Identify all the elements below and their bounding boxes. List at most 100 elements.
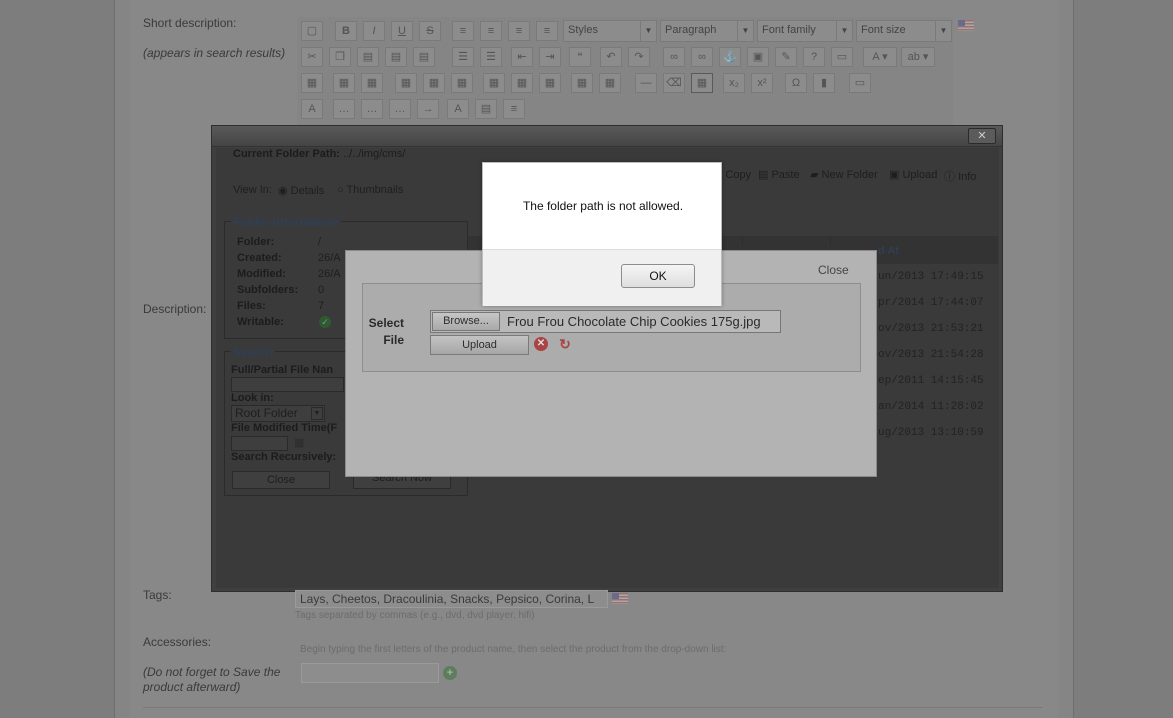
del-icon[interactable]: → [417, 99, 439, 119]
split-cells-icon[interactable]: ▦ [571, 73, 593, 93]
alert-message: The folder path is not allowed. [522, 199, 684, 213]
upload-action[interactable]: ▣ Upload [889, 168, 937, 181]
paste-action[interactable]: ▤ Paste [758, 168, 800, 181]
flag-us-icon[interactable] [958, 20, 974, 31]
col-before-icon[interactable]: ▦ [483, 73, 505, 93]
calendar-icon[interactable]: ▦ [294, 436, 304, 449]
new-folder-action[interactable]: ▰ New Folder [810, 168, 878, 181]
ok-button[interactable]: OK [621, 264, 695, 288]
numbered-list-icon[interactable]: ☰ [480, 47, 502, 67]
styles-select[interactable]: Styles ▼ [563, 20, 657, 42]
short-description-label: Short description: [143, 16, 237, 30]
column-divider [830, 236, 831, 246]
info-action-label: Info [958, 171, 977, 183]
horizontal-rule-icon[interactable]: — [635, 73, 657, 93]
look-in-select[interactable]: Root Folder ▼ [231, 405, 325, 422]
cut-icon[interactable]: ✂ [301, 47, 323, 67]
paste-text-icon[interactable]: ▤ [385, 47, 407, 67]
cite-icon[interactable]: … [333, 99, 355, 119]
cell-props-icon[interactable]: ▦ [361, 73, 383, 93]
text-color-icon[interactable]: A ▾ [863, 47, 897, 67]
created-label: Created: [237, 252, 282, 264]
media-icon[interactable]: ▮ [813, 73, 835, 93]
info-action[interactable]: ⓘ Info [944, 168, 976, 184]
row-props-icon[interactable]: ▦ [333, 73, 355, 93]
subscript-icon[interactable]: x₂ [723, 73, 745, 93]
upload-icon: ▣ [889, 169, 900, 181]
image-icon[interactable]: ▣ [747, 47, 769, 67]
browse-button[interactable]: Browse... [432, 312, 500, 331]
paste-icon[interactable]: ▤ [357, 47, 379, 67]
indent-icon[interactable]: ⇥ [539, 47, 561, 67]
nonbreaking-icon[interactable]: ≡ [503, 99, 525, 119]
align-left-icon[interactable]: ≡ [452, 21, 474, 41]
align-center-icon[interactable]: ≡ [480, 21, 502, 41]
page-backdrop: Short description: (appears in search re… [0, 0, 1173, 718]
table-row-date: ep/2011 14:15:45 [878, 375, 984, 387]
file-name-input[interactable] [231, 377, 344, 392]
paragraph-select[interactable]: Paragraph ▼ [660, 20, 754, 42]
modified-time-input[interactable] [231, 436, 288, 451]
view-in-label: View In: [233, 184, 272, 196]
font-size-select[interactable]: Font size ▼ [856, 20, 952, 42]
accessories-input[interactable] [301, 663, 439, 683]
merge-cells-icon[interactable]: ▦ [599, 73, 621, 93]
font-family-select[interactable]: Font family ▼ [757, 20, 853, 42]
styleprops-icon[interactable]: A [301, 99, 323, 119]
redo-icon[interactable]: ↷ [628, 47, 650, 67]
outdent-icon[interactable]: ⇤ [511, 47, 533, 67]
search-close-button[interactable]: Close [232, 471, 330, 489]
search-recursively-label: Search Recursively: [231, 451, 337, 463]
tags-input[interactable]: Lays, Cheetos, Dracoulinia, Snacks, Peps… [295, 590, 608, 608]
accessories-instruction: Begin typing the first letters of the pr… [300, 644, 727, 655]
anchor-icon[interactable]: ⚓ [719, 47, 741, 67]
row-before-icon[interactable]: ▦ [395, 73, 417, 93]
bold-icon[interactable]: B [335, 21, 357, 41]
upload-close-link[interactable]: Close [818, 263, 849, 277]
cleanup-icon[interactable]: ✎ [775, 47, 797, 67]
attribs-icon[interactable]: ▤ [475, 99, 497, 119]
check-icon: ✓ [319, 316, 331, 328]
file-input[interactable]: Browse... Frou Frou Chocolate Chip Cooki… [430, 310, 781, 333]
superscript-icon[interactable]: x² [751, 73, 773, 93]
strikethrough-icon[interactable]: S [419, 21, 441, 41]
row-after-icon[interactable]: ▦ [423, 73, 445, 93]
acronym-icon[interactable]: … [389, 99, 411, 119]
background-color-icon[interactable]: ab ▾ [901, 47, 935, 67]
paste-word-icon[interactable]: ▤ [413, 47, 435, 67]
table-icon[interactable]: ▦ [301, 73, 323, 93]
remove-format-icon[interactable]: ⌫ [663, 73, 685, 93]
italic-icon[interactable]: I [363, 21, 385, 41]
new-document-icon[interactable]: ▢ [301, 21, 323, 41]
view-thumbnails-radio[interactable]: ○ Thumbnails [337, 184, 403, 196]
cancel-icon[interactable]: ✕ [534, 337, 548, 351]
look-in-value: Root Folder [235, 406, 298, 420]
copy-icon[interactable]: ❐ [329, 47, 351, 67]
flag-us-icon[interactable] [612, 593, 628, 604]
view-details-radio[interactable]: ◉ Details [278, 184, 324, 197]
help-icon[interactable]: ? [803, 47, 825, 67]
refresh-icon[interactable]: ↻ [557, 336, 573, 352]
abbr-icon[interactable]: … [361, 99, 383, 119]
undo-icon[interactable]: ↶ [600, 47, 622, 67]
close-icon[interactable]: ✕ [968, 128, 996, 144]
col-after-icon[interactable]: ▦ [511, 73, 533, 93]
bullet-list-icon[interactable]: ☰ [452, 47, 474, 67]
special-char-icon[interactable]: Ω [785, 73, 807, 93]
modified-at-header[interactable]: d At [878, 245, 899, 257]
align-right-icon[interactable]: ≡ [508, 21, 530, 41]
files-value: 7 [318, 300, 325, 312]
unlink-icon[interactable]: ∞ [691, 47, 713, 67]
visual-aid-icon[interactable]: ▦ [691, 73, 713, 93]
upload-button[interactable]: Upload [430, 335, 529, 355]
blockquote-icon[interactable]: “ [569, 47, 591, 67]
delete-col-icon[interactable]: ▦ [539, 73, 561, 93]
delete-row-icon[interactable]: ▦ [451, 73, 473, 93]
add-icon[interactable]: + [443, 666, 457, 680]
ins-icon[interactable]: A [447, 99, 469, 119]
fullscreen-icon[interactable]: ▭ [849, 73, 871, 93]
code-icon[interactable]: ▭ [831, 47, 853, 67]
link-icon[interactable]: ∞ [663, 47, 685, 67]
underline-icon[interactable]: U [391, 21, 413, 41]
align-justify-icon[interactable]: ≡ [536, 21, 558, 41]
